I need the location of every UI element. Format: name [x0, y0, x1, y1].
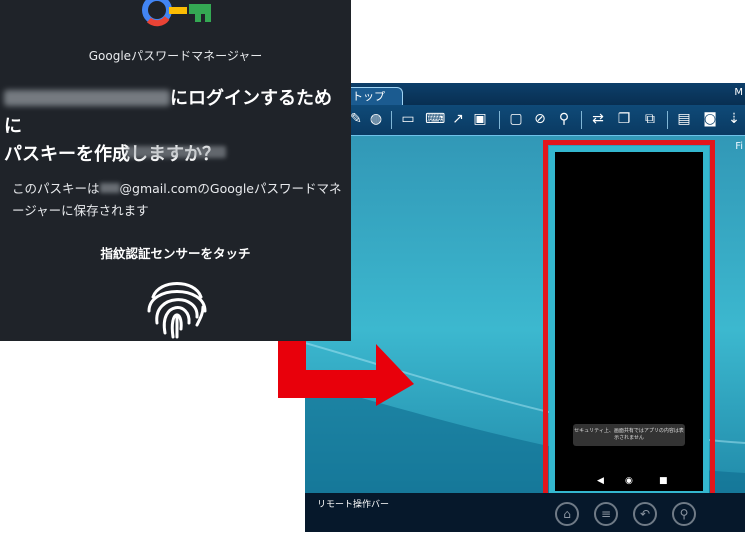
- search-icon[interactable]: ⚲: [672, 502, 696, 526]
- display-icon[interactable]: ▣: [471, 110, 489, 128]
- dialog-body: このパスキーは @gmail.comのGoogleパスワードマネージャーに保存され…: [12, 178, 344, 222]
- toolbar-divider: [667, 111, 668, 129]
- menu-icon[interactable]: ≡: [594, 502, 618, 526]
- highlight-box: [543, 140, 715, 505]
- blurred-domain: [4, 90, 170, 106]
- op-bar-label: リモート操作バー: [317, 500, 390, 510]
- body-prefix: このパスキーは: [12, 181, 100, 196]
- tab-top[interactable]: トップ: [345, 87, 403, 105]
- monitor-icon[interactable]: ▢: [507, 110, 525, 128]
- block-icon[interactable]: ⊘: [531, 110, 549, 128]
- toolbar: ✎ ◍ ▭ ⌨ ↗ ▣ ▢ ⊘ ⚲ ⇄ ❐ ⧉ ▤ ◙ ⇣: [305, 105, 745, 136]
- app-name: Googleパスワードマネージャー: [88, 49, 263, 63]
- wand-icon[interactable]: ⚲: [555, 110, 573, 128]
- fingerprint-icon[interactable]: [141, 271, 213, 341]
- toolbar-divider: [499, 111, 500, 129]
- tab-strip: トップ M: [305, 83, 745, 105]
- remote-operation-bar: リモート操作バー ⌂ ≡ ↶ ⚲: [305, 493, 745, 532]
- keyboard-icon[interactable]: ▭: [399, 110, 417, 128]
- wifi-label: Fi: [735, 141, 743, 152]
- window-label: M: [734, 87, 743, 98]
- multi-window-icon[interactable]: ⧉: [641, 110, 659, 128]
- camera-icon[interactable]: ◙: [701, 110, 719, 128]
- copy-icon[interactable]: ❐: [615, 110, 633, 128]
- film-icon[interactable]: ▤: [675, 110, 693, 128]
- key-logo-icon: [142, 0, 211, 27]
- back-icon[interactable]: ↶: [633, 502, 657, 526]
- account-email-blurred: [126, 146, 226, 158]
- home-icon[interactable]: ⌂: [555, 502, 579, 526]
- toolbar-divider: [391, 111, 392, 129]
- clipboard-icon[interactable]: ⌨: [425, 110, 445, 128]
- file-transfer-icon[interactable]: ⇄: [589, 110, 607, 128]
- share-arrow-icon[interactable]: ↗: [449, 110, 467, 128]
- user-blur: [99, 183, 120, 193]
- email-blur: [126, 146, 226, 158]
- mouse-icon[interactable]: ◍: [367, 110, 385, 128]
- touch-sensor-label: 指紋認証センサーをタッチ: [100, 246, 251, 261]
- passkey-dialog: Googleパスワードマネージャー にログインするために パスキーを作成しますか…: [0, 0, 351, 341]
- toolbar-divider: [581, 111, 582, 129]
- download-icon[interactable]: ⇣: [725, 110, 743, 128]
